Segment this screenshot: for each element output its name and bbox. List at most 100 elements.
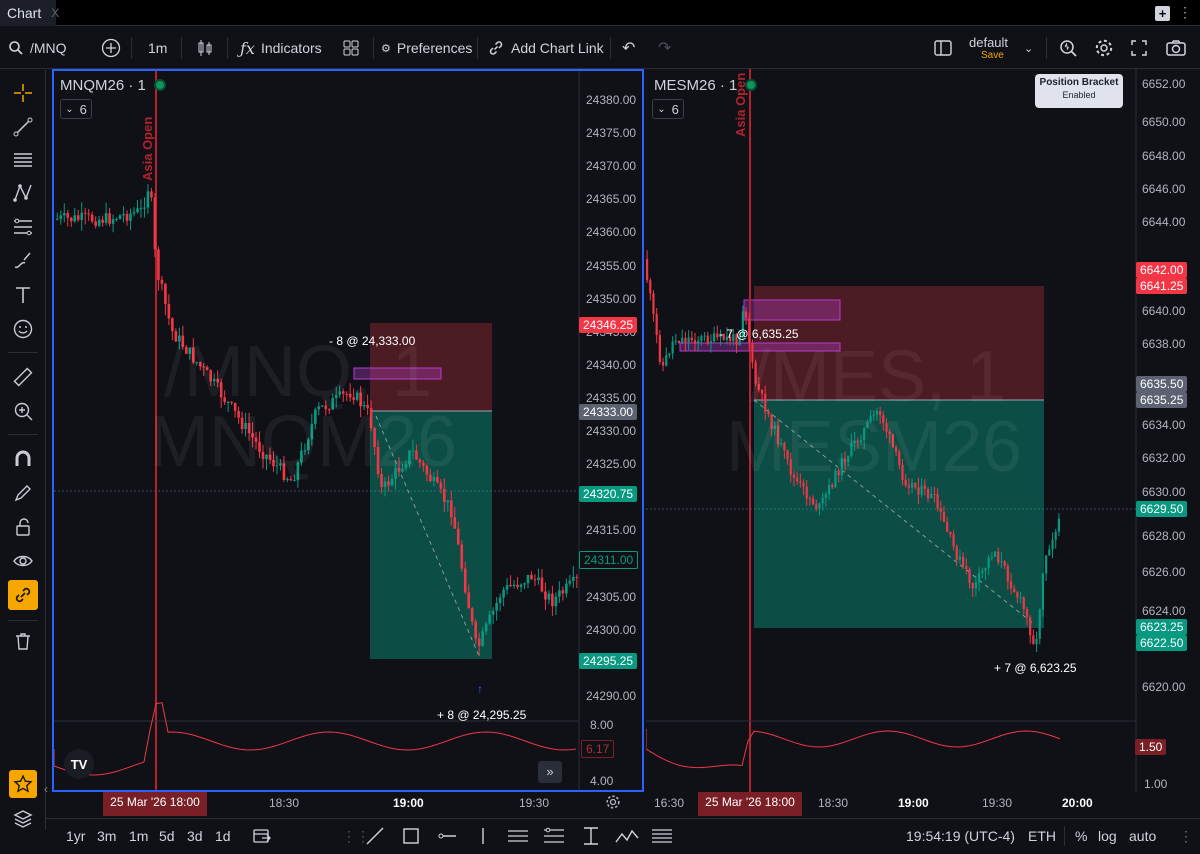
templates-button[interactable] (342, 27, 360, 69)
add-tab-icon[interactable]: + (1155, 6, 1170, 21)
candle (157, 249, 160, 280)
candle (1006, 566, 1009, 582)
pencil-lock-icon[interactable] (8, 478, 38, 508)
date-range-icon[interactable] (252, 819, 272, 853)
legend-toggle[interactable]: ⌄ 6 (60, 99, 92, 119)
fullscreen-button[interactable] (1130, 27, 1148, 69)
measure-icon[interactable] (580, 819, 602, 853)
chain-link-icon[interactable] (8, 580, 38, 610)
candle (505, 584, 509, 590)
candle (821, 497, 824, 504)
close-icon[interactable]: X (51, 6, 59, 20)
screenshot-button[interactable] (1165, 27, 1187, 69)
trendline-icon[interactable] (8, 112, 38, 142)
indicators-label: Indicators (260, 40, 322, 56)
redo-button[interactable]: ↷ (658, 27, 671, 69)
legend-toggle[interactable]: ⌄ 6 (652, 99, 684, 119)
position-bracket-toggle[interactable]: Position Bracket Enabled (1035, 74, 1123, 108)
y-tick: 24340.00 (586, 357, 637, 372)
gear-icon[interactable] (605, 794, 621, 813)
chart-type-button[interactable] (196, 27, 214, 69)
emoji-icon[interactable] (8, 314, 38, 344)
pattern-icon[interactable] (8, 178, 38, 208)
range-3d[interactable]: 3d (187, 819, 203, 853)
quick-search-button[interactable] (1058, 27, 1078, 69)
chevron-down-icon: ⌄ (65, 103, 74, 115)
preferences-button[interactable]: ⚙ Preferences (381, 27, 472, 69)
trendline-icon[interactable] (364, 819, 386, 853)
magnet-icon[interactable] (8, 444, 38, 474)
range-1yr[interactable]: 1yr (66, 819, 85, 853)
vertical-line-icon[interactable] (472, 819, 494, 853)
candle (530, 574, 533, 580)
ruler-icon[interactable] (8, 362, 38, 392)
candle (132, 212, 136, 214)
chart-pane-left[interactable]: Asia Open ↑ /MNQ, 1 MNQM26 MNQM26 · 1 ⌄ 6 … (52, 69, 644, 792)
add-chart-link-button[interactable]: Add Chart Link (487, 27, 604, 69)
percent-toggle[interactable]: % (1075, 819, 1087, 853)
y-tick: 24365.00 (586, 192, 637, 207)
candle (160, 279, 164, 284)
fib-icon[interactable] (8, 212, 38, 242)
text-icon[interactable] (8, 280, 38, 310)
chevron-down-icon[interactable]: ⌄ (1024, 27, 1033, 69)
range-5d[interactable]: 5d (159, 819, 175, 853)
add-symbol-button[interactable] (101, 27, 121, 69)
tab-chart[interactable]: Chart X (0, 0, 59, 26)
time-axis-left[interactable]: 25 Mar '26 18:00 18:30 19:00 19:30 (54, 792, 644, 816)
candle (958, 556, 962, 560)
layers-icon[interactable] (8, 804, 38, 834)
indicators-button[interactable]: ƒx Indicators (240, 27, 322, 69)
candle (122, 213, 125, 216)
range-1d[interactable]: 1d (215, 819, 231, 853)
more-icon[interactable]: ⋮ (1178, 4, 1192, 21)
candle (665, 355, 668, 366)
eye-icon[interactable] (8, 546, 38, 576)
layout-menu[interactable]: default Save (969, 27, 1008, 69)
rectangle-icon[interactable] (400, 819, 422, 853)
candle (700, 336, 703, 341)
range-3m[interactable]: 3m (97, 819, 116, 853)
session-button[interactable]: ETH (1028, 819, 1056, 853)
range-1m[interactable]: 1m (129, 819, 148, 853)
list-icon[interactable] (650, 819, 674, 853)
symbol-search[interactable]: /MNQ (8, 27, 67, 69)
chart-pane-right[interactable]: Asia Open /MES, 1 MESM26 MESM26 · 1 ⌄ 6 6… (646, 69, 1200, 792)
layout-save[interactable]: Save (981, 50, 1004, 62)
chart-title-text: MNQM26 · 1 (60, 77, 146, 94)
fullscreen-icon (1131, 40, 1147, 56)
candle (681, 337, 684, 344)
lock-icon[interactable] (8, 512, 38, 542)
clock-display[interactable]: 19:54:19 (UTC-4) (906, 819, 1015, 853)
candle (167, 304, 171, 319)
fib-retracement-icon[interactable] (542, 819, 566, 853)
time-cursor-label: 25 Mar '26 18:00 (698, 792, 802, 816)
scroll-to-realtime-button[interactable]: » (538, 761, 562, 783)
time-label: 20:00 (1062, 796, 1093, 810)
order-block (743, 299, 841, 321)
log-toggle[interactable]: log (1098, 819, 1117, 853)
y-tick: 6628.00 (1142, 529, 1186, 543)
horizontal-ray-icon[interactable] (436, 819, 458, 853)
collapse-icon[interactable]: ‹ (44, 782, 48, 796)
parallel-channel-icon[interactable] (506, 819, 530, 853)
undo-button[interactable]: ↶ (622, 27, 635, 69)
star-icon[interactable] (9, 770, 37, 798)
interval-button[interactable]: 1m (148, 27, 167, 69)
zoom-in-icon[interactable] (8, 396, 38, 426)
settings-button[interactable] (1094, 27, 1114, 69)
auto-toggle[interactable]: auto (1129, 819, 1156, 853)
layout-toggle-button[interactable] (933, 27, 953, 69)
crosshair-icon[interactable] (8, 78, 38, 108)
candle (164, 283, 167, 305)
brush-icon[interactable] (8, 246, 38, 276)
time-axis-right[interactable]: 16:30 25 Mar '26 18:00 18:30 19:00 19:30… (646, 792, 1200, 816)
bottom-toolbar: 1yr 3m 1m 5d 3d 1d ⋮⋮ 19:54:19 (UTC-4) E… (46, 818, 1200, 854)
horizontal-lines-icon[interactable] (8, 145, 38, 175)
path-icon[interactable] (614, 819, 640, 853)
more-icon[interactable]: ⋮ (1179, 819, 1193, 853)
candle (926, 488, 930, 499)
candle (104, 213, 108, 223)
trash-icon[interactable] (8, 626, 38, 656)
indicator-tick: 4.00 (590, 774, 614, 788)
